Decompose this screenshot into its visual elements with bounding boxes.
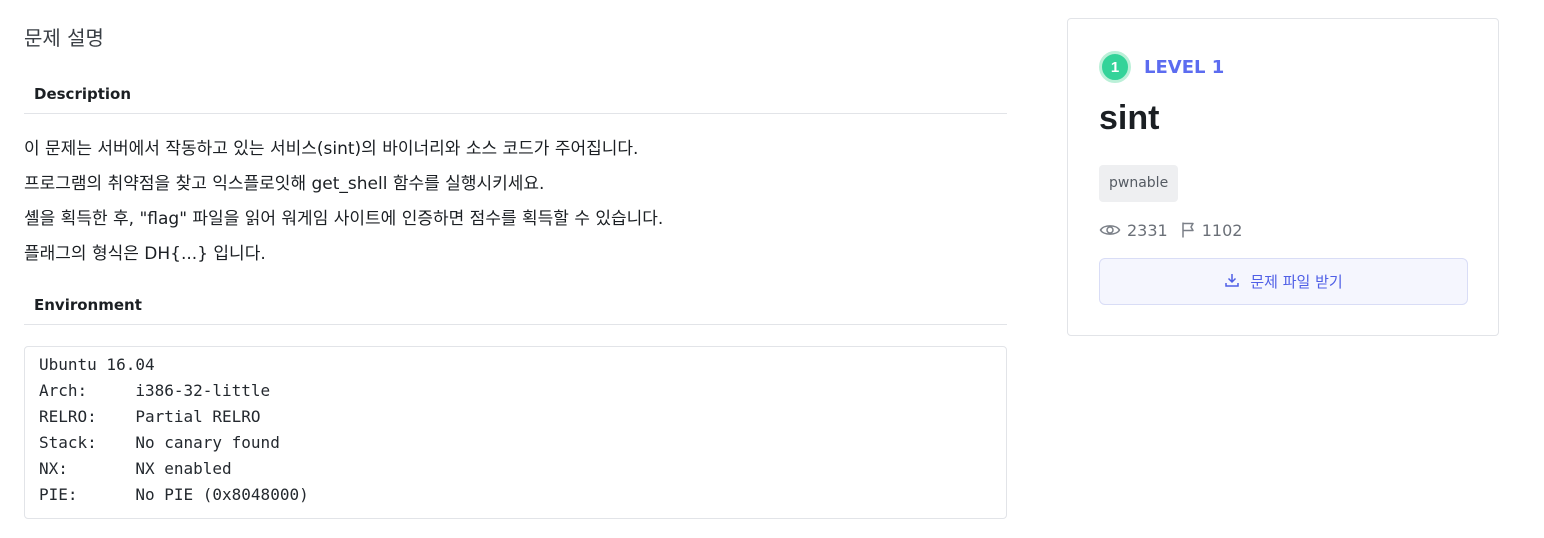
level-indicator: 1 LEVEL 1 [1099, 51, 1224, 83]
description-line: 이 문제는 서버에서 작동하고 있는 서비스(sint)의 바이너리와 소스 코… [24, 139, 639, 159]
download-button-label: 문제 파일 받기 [1250, 273, 1343, 291]
code-line: RELRO: Partial RELRO [39, 407, 261, 426]
challenge-info-card: 1 LEVEL 1 sint pwnable 2331 1102 문제 파일 받… [1067, 18, 1499, 336]
code-line: Ubuntu 16.04 [39, 355, 155, 374]
environment-code-block: Ubuntu 16.04 Arch: i386-32-little RELRO:… [24, 346, 1007, 519]
category-tag[interactable]: pwnable [1099, 165, 1179, 202]
code-line: NX: NX enabled [39, 459, 232, 478]
view-count: 2331 [1127, 220, 1168, 240]
challenge-title: sint [1099, 99, 1160, 137]
code-line: Stack: No canary found [39, 433, 280, 452]
description-heading: Description [34, 85, 132, 103]
flag-icon [1180, 221, 1196, 239]
description-section-header: Description [24, 78, 1007, 114]
download-files-button[interactable]: 문제 파일 받기 [1099, 258, 1468, 305]
environment-section-header: Environment [24, 289, 1007, 325]
code-line: PIE: No PIE (0x8048000) [39, 485, 309, 504]
description-line: 셸을 획득한 후, "flag" 파일을 읽어 워게임 사이트에 인증하면 점수… [24, 209, 664, 229]
solve-count: 1102 [1201, 220, 1243, 240]
level-label: LEVEL 1 [1144, 56, 1225, 78]
challenge-stats: 2331 1102 [1099, 219, 1242, 241]
environment-heading: Environment [34, 296, 142, 314]
download-icon [1224, 272, 1250, 292]
eye-icon [1099, 222, 1121, 238]
page-title: 문제 설명 [24, 26, 104, 50]
level-badge: 1 [1099, 51, 1131, 83]
description-line: 프로그램의 취약점을 찾고 익스플로잇해 get_shell 함수를 실행시키세… [24, 174, 545, 194]
code-line: Arch: i386-32-little [39, 381, 271, 400]
description-line: 플래그의 형식은 DH{...} 입니다. [24, 244, 266, 264]
